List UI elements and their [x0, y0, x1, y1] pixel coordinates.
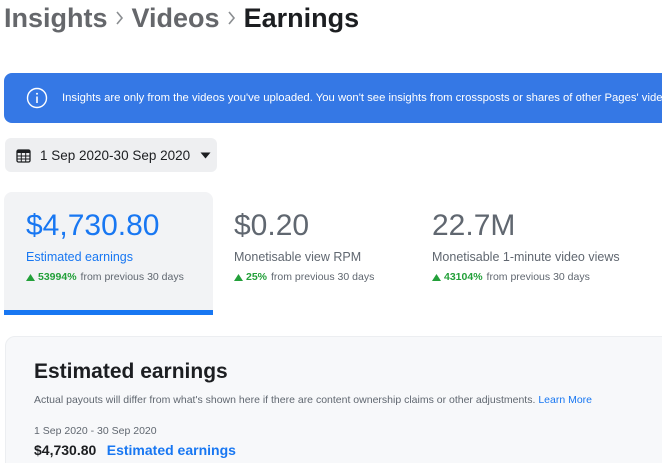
triangle-up-icon	[26, 273, 35, 281]
card-total: $4,730.80 Estimated earnings	[34, 441, 236, 460]
chevron-right-icon	[108, 1, 132, 35]
breadcrumb-videos[interactable]: Videos	[132, 1, 220, 35]
metric-label: Monetisable view RPM	[234, 250, 362, 264]
metric-monetisable-view-rpm[interactable]: $0.20 Monetisable view RPM 25% from prev…	[234, 206, 374, 284]
metric-tab-underline	[4, 310, 213, 315]
caret-down-icon	[200, 152, 211, 158]
metric-value: $0.20	[234, 209, 310, 242]
triangle-up-icon	[234, 273, 243, 281]
metric-estimated-earnings[interactable]: $4,730.80 Estimated earnings 53994% from…	[26, 206, 184, 284]
info-banner: Insights are only from the videos you've…	[4, 73, 662, 123]
metric-label: Estimated earnings	[26, 250, 134, 264]
metric-monetisable-views[interactable]: 22.7M Monetisable 1-minute video views 4…	[432, 206, 620, 284]
card-note: Actual payouts will differ from what's s…	[34, 394, 593, 406]
date-range-label: 1 Sep 2020-30 Sep 2020	[40, 147, 191, 163]
learn-more-link[interactable]: Learn More	[538, 394, 592, 406]
banner-text: Insights are only from the videos you've…	[62, 92, 662, 104]
triangle-up-icon	[432, 273, 441, 281]
breadcrumb-earnings: Earnings	[243, 3, 360, 33]
metric-change: 25% from previous 30 days	[234, 270, 374, 284]
card-date-range: 1 Sep 2020 - 30 Sep 2020	[34, 425, 157, 437]
total-amount: $4,730.80	[34, 442, 97, 458]
metric-change: 53994% from previous 30 days	[26, 270, 184, 284]
total-label-link[interactable]: Estimated earnings	[107, 442, 236, 458]
info-icon	[26, 87, 48, 109]
metric-value: $4,730.80	[26, 209, 160, 242]
chevron-right-icon	[220, 1, 244, 35]
estimated-earnings-card: Estimated earnings Actual payouts will d…	[5, 336, 662, 463]
card-title: Estimated earnings	[34, 360, 228, 383]
calendar-icon	[16, 148, 31, 163]
breadcrumb-insights[interactable]: Insights	[4, 1, 108, 35]
date-range-picker[interactable]: 1 Sep 2020-30 Sep 2020	[5, 138, 217, 172]
breadcrumb: Insights Videos Earnings	[4, 0, 359, 36]
metric-change: 43104% from previous 30 days	[432, 270, 620, 284]
metric-label: Monetisable 1-minute video views	[432, 250, 620, 264]
metric-value: 22.7M	[432, 209, 516, 242]
